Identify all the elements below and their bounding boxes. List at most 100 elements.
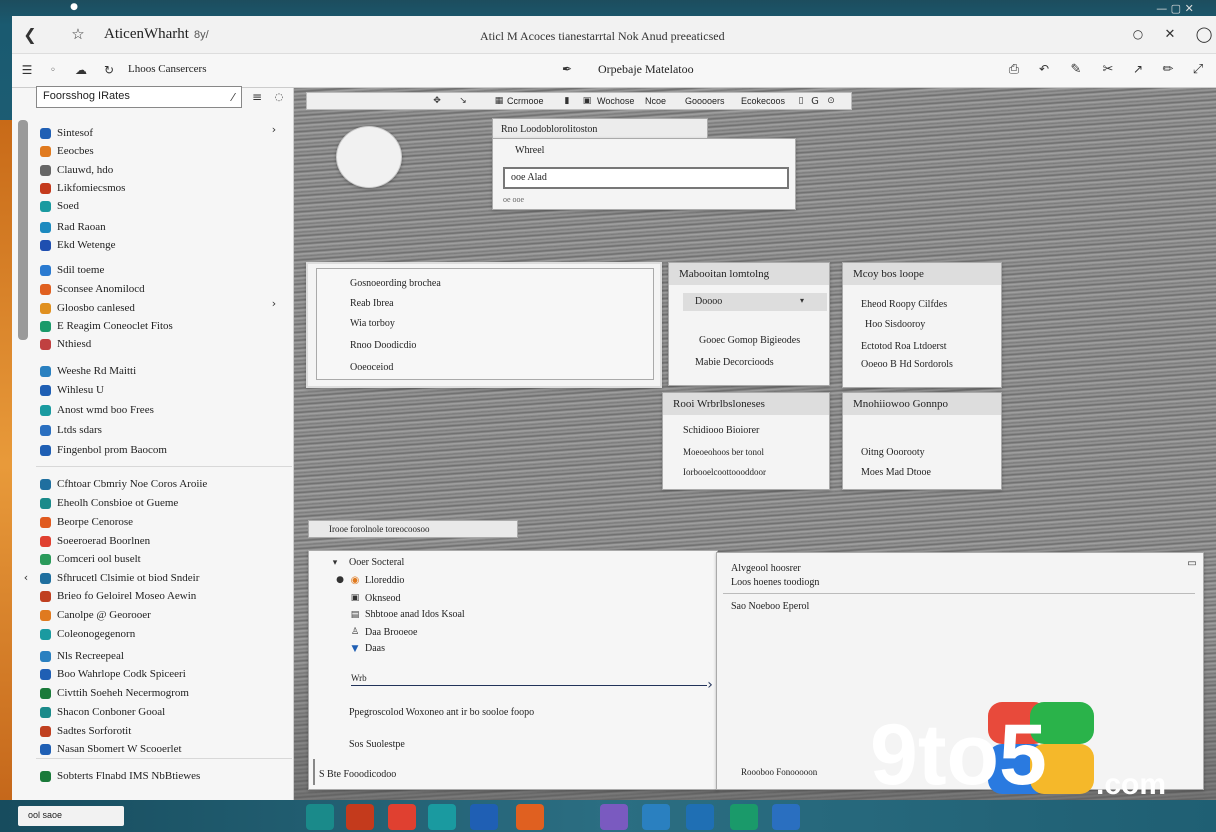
- pen-icon[interactable]: ✒: [560, 62, 574, 76]
- sidebar-item[interactable]: Eheolh Consbioe ot Gueme: [40, 494, 178, 512]
- sidebar-item[interactable]: Nasan Sbomert W Scooerlet: [40, 740, 182, 758]
- tree-item[interactable]: Lloreddio: [365, 575, 404, 586]
- sidebar-item[interactable]: Coleonogegenorn: [40, 625, 135, 643]
- taskbar-search[interactable]: ool saoe: [18, 806, 124, 826]
- taskbar-app-icon[interactable]: [642, 804, 670, 830]
- list-item[interactable]: Ooeoceiod: [350, 362, 393, 373]
- tool-label[interactable]: Wochose: [597, 96, 634, 106]
- sidebar-item[interactable]: Sconsee Anomilocd: [40, 280, 145, 298]
- grid-icon[interactable]: ▦: [493, 95, 505, 107]
- expand-icon[interactable]: ▾: [329, 557, 341, 569]
- list-item[interactable]: Wia torboy: [350, 318, 395, 329]
- sidebar-item[interactable]: Comceri ool buselt: [40, 550, 141, 568]
- menu-icon[interactable]: ☰: [20, 63, 34, 77]
- taskbar-app-icon[interactable]: [388, 804, 416, 830]
- sidebar-item[interactable]: Wihlesu U: [40, 381, 104, 399]
- list-item[interactable]: Reab Ibrea: [350, 298, 394, 309]
- list-item[interactable]: Hoo Sisdooroy: [865, 319, 925, 330]
- sidebar-item[interactable]: Ekd Wetenge: [40, 236, 115, 254]
- tools-icon[interactable]: ✂: [1100, 61, 1116, 77]
- list-item[interactable]: Moeoeohoos ber tonol: [683, 447, 764, 457]
- sidebar-item[interactable]: Nthiesd: [40, 335, 91, 353]
- arrow-right-icon[interactable]: ›: [703, 677, 717, 693]
- google-icon[interactable]: G: [809, 95, 821, 107]
- sidebar-item[interactable]: Gloosbo canlesed: [40, 299, 135, 317]
- sidebar-item[interactable]: Sobterts Flnabd IMS NbBtiewes: [40, 767, 200, 785]
- sidebar-item[interactable]: Rad Raoan: [40, 218, 106, 236]
- undo-icon[interactable]: ↶: [1036, 61, 1052, 77]
- dots-icon[interactable]: ◦: [46, 63, 60, 77]
- sidebar-item[interactable]: Shacon Conboner Gooal: [40, 703, 165, 721]
- list-item[interactable]: Eheod Roopy Cilfdes: [861, 299, 947, 310]
- desktop-window-controls[interactable]: — ▢ ✕: [1140, 0, 1210, 16]
- sidebar-item[interactable]: E Reagim Coneoclet Fitos: [40, 317, 173, 335]
- sidebar-item[interactable]: Cfhtoar Cbmriy Noe Coros Aroiie: [40, 475, 207, 493]
- cloud-icon[interactable]: ☁: [74, 63, 88, 77]
- taskbar-app-icon[interactable]: [686, 804, 714, 830]
- star-icon[interactable]: ☆: [68, 24, 88, 44]
- list-item[interactable]: Rnoo Doodicdio: [350, 340, 416, 351]
- taskbar-app-icon[interactable]: [730, 804, 758, 830]
- filter-icon[interactable]: ≡: [250, 90, 264, 104]
- list-item[interactable]: Oitng Ooorooty: [861, 447, 925, 458]
- list-item[interactable]: Schidiooo Bioiorer: [683, 425, 759, 436]
- tree-item[interactable]: Shbtooe anad Idos Ksoal: [365, 609, 465, 620]
- image-icon[interactable]: ▣: [581, 95, 593, 107]
- taskbar-app-icon[interactable]: [600, 804, 628, 830]
- pointer-icon[interactable]: ✥: [431, 95, 443, 107]
- sidebar-scrollbar[interactable]: [18, 120, 28, 340]
- sidebar-item[interactable]: Brieo fo Geloirel Moseo Aewin: [40, 587, 196, 605]
- search-input[interactable]: Foorsshog IRates: [36, 86, 242, 108]
- lower-tab[interactable]: Irooe forolnole toreocoosoo: [308, 520, 518, 538]
- share-icon[interactable]: ↗: [1130, 61, 1146, 77]
- tool-label[interactable]: Ecokecoos: [741, 96, 785, 106]
- popup-input[interactable]: ooe Alad: [503, 167, 789, 189]
- chevron-right-icon[interactable]: ›: [268, 296, 280, 310]
- avatar-placeholder-circle[interactable]: [336, 126, 402, 188]
- taskbar-app-icon[interactable]: [470, 804, 498, 830]
- sidebar-item[interactable]: Clauwd, hdo: [40, 161, 113, 179]
- sidebar-item[interactable]: Eeocbes: [40, 142, 94, 160]
- breadcrumb[interactable]: Lhoos Cansercers: [128, 63, 207, 75]
- sidebar-item[interactable]: Sadtes Sorforotit: [40, 722, 131, 740]
- sidebar-item[interactable]: Fingenbol prom Baocom: [40, 441, 167, 459]
- tree-item[interactable]: Daa Brooeoe: [365, 627, 417, 638]
- search-icon[interactable]: ⁄: [226, 90, 240, 104]
- sidebar-item[interactable]: Likfomiecsmos: [40, 179, 125, 197]
- taskbar-app-icon[interactable]: [306, 804, 334, 830]
- expand-icon[interactable]: ⤢: [1190, 61, 1206, 77]
- sidebar-item[interactable]: Soed: [40, 197, 79, 215]
- back-icon[interactable]: ❮: [20, 24, 40, 44]
- list-item[interactable]: Iorbooelcoottoooddoor: [683, 467, 766, 477]
- brush-icon[interactable]: ✏: [1160, 61, 1176, 77]
- sidebar-item[interactable]: Sdil toeme: [40, 261, 104, 279]
- list-item[interactable]: Ooeoo B Hd Sordorols: [861, 359, 953, 370]
- sidebar-item[interactable]: Boo Wahrlope Codk Spiceeri: [40, 665, 186, 683]
- edit-icon[interactable]: ✎: [1068, 61, 1084, 77]
- taskbar-app-icon[interactable]: [428, 804, 456, 830]
- tree-item[interactable]: Daas: [365, 643, 385, 654]
- chevron-left-icon[interactable]: ‹: [20, 570, 32, 584]
- chevron-right-icon[interactable]: ›: [268, 122, 280, 136]
- taskbar-app-icon[interactable]: [346, 804, 374, 830]
- link-icon[interactable]: ⊙: [825, 95, 837, 107]
- list-item[interactable]: Gooec Gomop Bigieodes: [699, 335, 800, 346]
- list-item[interactable]: Moes Mad Dtooe: [861, 467, 931, 478]
- sidebar-item[interactable]: Nls Recreepeal: [40, 647, 124, 665]
- sidebar-item[interactable]: Weeshe Rd Maitti: [40, 362, 136, 380]
- taskbar-app-icon[interactable]: [772, 804, 800, 830]
- doc-icon[interactable]: ▮: [561, 95, 573, 107]
- sidebar-item[interactable]: Anost wmd boo Frees: [40, 401, 154, 419]
- list-item[interactable]: Ectotod Roa Ltdoerst: [861, 341, 947, 352]
- minimize-icon[interactable]: ○: [1130, 26, 1146, 42]
- sidebar-item[interactable]: Ltds sdars: [40, 421, 102, 439]
- close-icon[interactable]: ✕: [1162, 26, 1178, 42]
- settings-icon[interactable]: ◯: [1194, 24, 1214, 44]
- dropdown-icon[interactable]: ▾: [797, 295, 807, 305]
- tool-label[interactable]: Ccrmooe: [507, 96, 544, 106]
- sidebar-item[interactable]: Civttih Soeheh Necermogrom: [40, 684, 189, 702]
- save-icon[interactable]: ⎙: [1006, 61, 1022, 77]
- list-item[interactable]: Mabie Decorcioods: [695, 357, 774, 368]
- sidebar-item[interactable]: Sfhrucetl Clsimie ot biod Sndeir: [40, 569, 199, 587]
- tool-label[interactable]: Ncoe: [645, 96, 666, 106]
